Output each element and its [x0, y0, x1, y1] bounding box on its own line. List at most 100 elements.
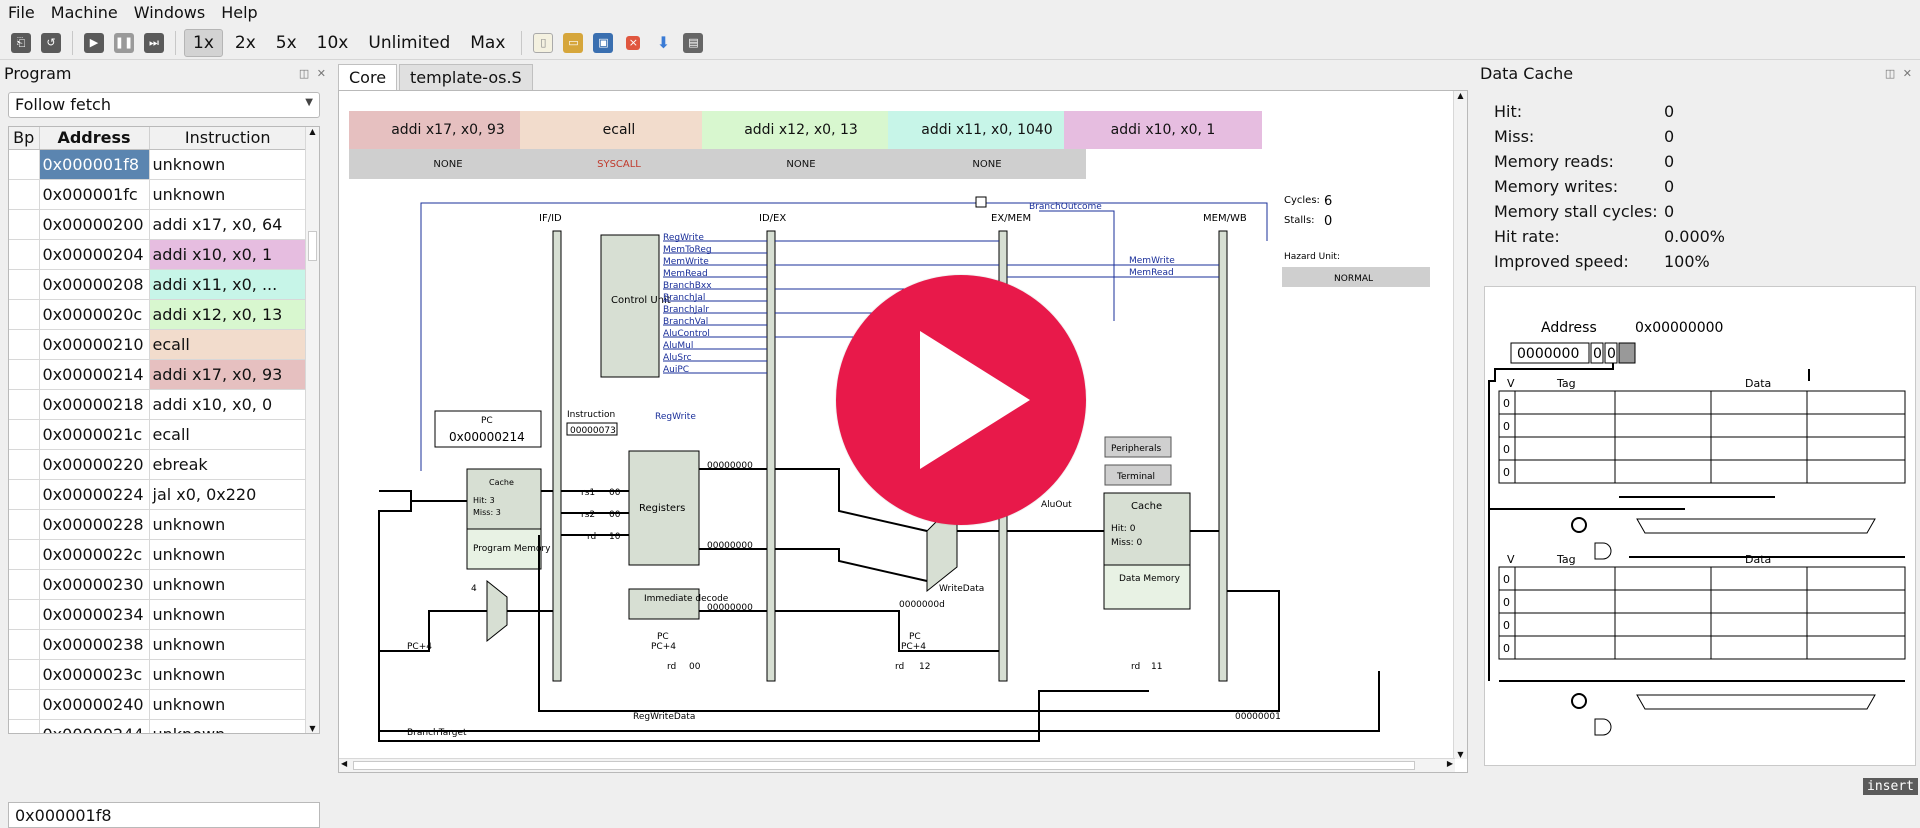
- breakpoint-cell[interactable]: [9, 299, 40, 330]
- address-cell[interactable]: 0x00000238: [39, 629, 150, 660]
- scroll-down-icon[interactable]: ▼: [306, 724, 319, 733]
- instruction-cell[interactable]: addi x17, x0, 93: [149, 359, 307, 390]
- program-row[interactable]: 0x0000020c addi x12, x0, 13: [9, 299, 307, 330]
- step-button[interactable]: ⏭: [141, 30, 167, 56]
- speed-1x-button[interactable]: 1x: [184, 28, 223, 57]
- scroll-right-icon[interactable]: ▶: [1447, 759, 1453, 768]
- open-file-button[interactable]: ▭: [560, 30, 586, 56]
- tab-template-os[interactable]: template-os.S: [399, 64, 533, 90]
- breakpoint-cell[interactable]: [9, 179, 40, 210]
- address-cell[interactable]: 0x00000220: [39, 449, 150, 480]
- address-cell[interactable]: 0x00000200: [39, 209, 150, 240]
- menu-file[interactable]: File: [8, 3, 35, 22]
- breakpoint-cell[interactable]: [9, 689, 40, 720]
- breakpoint-cell[interactable]: [9, 509, 40, 540]
- menu-machine[interactable]: Machine: [51, 3, 118, 22]
- program-row[interactable]: 0x00000218 addi x10, x0, 0: [9, 389, 307, 420]
- address-cell[interactable]: 0x00000234: [39, 599, 150, 630]
- pause-button[interactable]: ❚❚: [111, 30, 137, 56]
- save-button[interactable]: ▣: [590, 30, 616, 56]
- program-row[interactable]: 0x00000224 jal x0, 0x220: [9, 479, 307, 510]
- program-row[interactable]: 0x0000021c ecall: [9, 419, 307, 450]
- scroll-thumb[interactable]: [353, 761, 1415, 770]
- panel-float-close-icons[interactable]: ◫ ✕: [299, 67, 328, 80]
- program-scrollbar[interactable]: ▲ ▼: [305, 127, 319, 733]
- program-row[interactable]: 0x000001f8 unknown: [9, 149, 307, 180]
- scroll-down-icon[interactable]: ▼: [1454, 750, 1467, 759]
- address-input[interactable]: 0x000001f8: [8, 802, 320, 828]
- address-cell[interactable]: 0x000001f8: [39, 149, 150, 180]
- instruction-cell[interactable]: unknown: [149, 569, 307, 600]
- instruction-cell[interactable]: jal x0, 0x220: [149, 479, 307, 510]
- breakpoint-cell[interactable]: [9, 419, 40, 450]
- program-row[interactable]: 0x00000210 ecall: [9, 329, 307, 360]
- breakpoint-cell[interactable]: [9, 389, 40, 420]
- new-machine-button[interactable]: ⎗: [8, 30, 34, 56]
- menu-windows[interactable]: Windows: [134, 3, 205, 22]
- speed-max-button[interactable]: Max: [462, 30, 513, 56]
- breakpoint-cell[interactable]: [9, 239, 40, 270]
- instruction-cell[interactable]: ecall: [149, 329, 307, 360]
- column-address[interactable]: Address: [39, 127, 150, 150]
- instruction-cell[interactable]: addi x11, x0, ...: [149, 269, 307, 300]
- breakpoint-cell[interactable]: [9, 149, 40, 180]
- program-row[interactable]: 0x00000238 unknown: [9, 629, 307, 660]
- instruction-cell[interactable]: ecall: [149, 419, 307, 450]
- address-cell[interactable]: 0x0000022c: [39, 539, 150, 570]
- instruction-cell[interactable]: addi x10, x0, 0: [149, 389, 307, 420]
- column-instruction[interactable]: Instruction: [149, 127, 307, 150]
- breakpoint-cell[interactable]: [9, 719, 40, 733]
- address-cell[interactable]: 0x0000023c: [39, 659, 150, 690]
- instruction-cell[interactable]: unknown: [149, 629, 307, 660]
- build-button[interactable]: ▤: [680, 30, 706, 56]
- program-row[interactable]: 0x00000244 unknown: [9, 719, 307, 733]
- breakpoint-cell[interactable]: [9, 329, 40, 360]
- breakpoint-cell[interactable]: [9, 359, 40, 390]
- new-file-button[interactable]: ▯: [530, 30, 556, 56]
- instruction-cell[interactable]: ebreak: [149, 449, 307, 480]
- play-overlay-button[interactable]: [836, 275, 1086, 525]
- address-cell[interactable]: 0x0000021c: [39, 419, 150, 450]
- program-row[interactable]: 0x0000022c unknown: [9, 539, 307, 570]
- breakpoint-cell[interactable]: [9, 659, 40, 690]
- breakpoint-cell[interactable]: [9, 479, 40, 510]
- breakpoint-cell[interactable]: [9, 269, 40, 300]
- breakpoint-cell[interactable]: [9, 449, 40, 480]
- instruction-cell[interactable]: addi x12, x0, 13: [149, 299, 307, 330]
- address-cell[interactable]: 0x00000204: [39, 239, 150, 270]
- instruction-cell[interactable]: unknown: [149, 599, 307, 630]
- tab-core[interactable]: Core: [338, 64, 398, 90]
- address-cell[interactable]: 0x00000240: [39, 689, 150, 720]
- address-cell[interactable]: 0x0000020c: [39, 299, 150, 330]
- address-cell[interactable]: 0x00000210: [39, 329, 150, 360]
- reset-button[interactable]: ↺: [38, 30, 64, 56]
- follow-select[interactable]: Follow fetch ▼: [8, 92, 320, 118]
- breakpoint-cell[interactable]: [9, 539, 40, 570]
- speed-unlimited-button[interactable]: Unlimited: [360, 30, 458, 56]
- program-row[interactable]: 0x00000240 unknown: [9, 689, 307, 720]
- speed-2x-button[interactable]: 2x: [227, 30, 264, 56]
- program-row[interactable]: 0x00000234 unknown: [9, 599, 307, 630]
- program-row[interactable]: 0x00000230 unknown: [9, 569, 307, 600]
- core-vertical-scrollbar[interactable]: ▲ ▼: [1453, 91, 1467, 759]
- instruction-cell[interactable]: unknown: [149, 539, 307, 570]
- breakpoint-cell[interactable]: [9, 629, 40, 660]
- address-cell[interactable]: 0x00000208: [39, 269, 150, 300]
- instruction-cell[interactable]: addi x10, x0, 1: [149, 239, 307, 270]
- core-horizontal-scrollbar[interactable]: ◀ ▶: [339, 758, 1455, 772]
- address-cell[interactable]: 0x00000228: [39, 509, 150, 540]
- address-cell[interactable]: 0x00000244: [39, 719, 150, 733]
- compile-button[interactable]: ⬇: [650, 30, 676, 56]
- panel-float-close-icons[interactable]: ◫ ✕: [1885, 67, 1914, 80]
- address-cell[interactable]: 0x00000230: [39, 569, 150, 600]
- address-cell[interactable]: 0x00000218: [39, 389, 150, 420]
- breakpoint-cell[interactable]: [9, 209, 40, 240]
- scroll-up-icon[interactable]: ▲: [1454, 91, 1467, 100]
- instruction-cell[interactable]: addi x17, x0, 64: [149, 209, 307, 240]
- address-cell[interactable]: 0x00000214: [39, 359, 150, 390]
- address-cell[interactable]: 0x00000224: [39, 479, 150, 510]
- program-row[interactable]: 0x00000208 addi x11, x0, ...: [9, 269, 307, 300]
- program-row[interactable]: 0x000001fc unknown: [9, 179, 307, 210]
- run-button[interactable]: ▶: [81, 30, 107, 56]
- instruction-cell[interactable]: unknown: [149, 509, 307, 540]
